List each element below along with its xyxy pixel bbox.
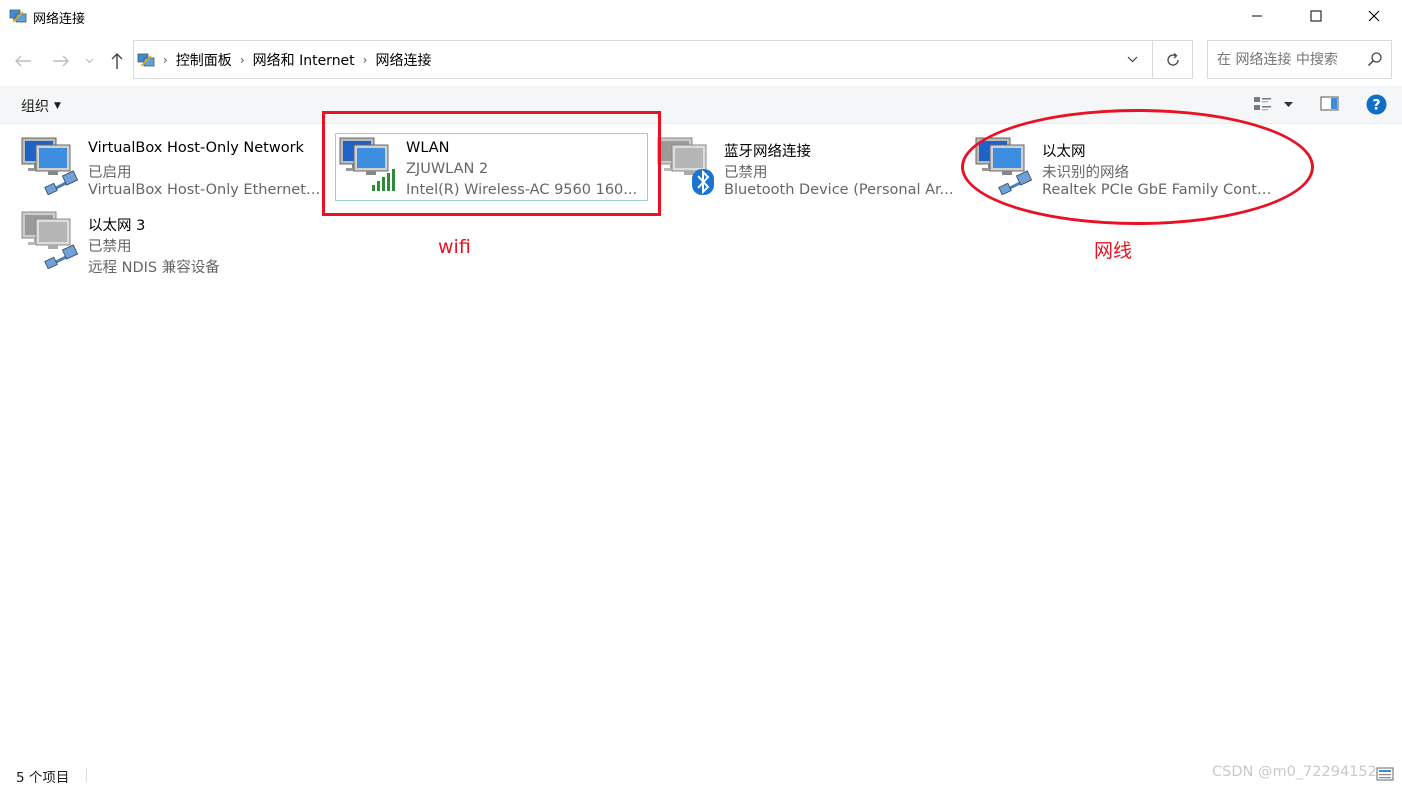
- details-view-icon[interactable]: [1376, 767, 1394, 781]
- connection-device: VirtualBox Host-Only Ethernet ...: [88, 182, 323, 198]
- breadcrumb-network-connections[interactable]: 网络连接: [375, 50, 431, 70]
- close-button[interactable]: [1345, 0, 1402, 32]
- control-panel-icon: [137, 53, 155, 67]
- up-arrow-icon: [111, 53, 123, 69]
- maximize-button[interactable]: [1287, 0, 1345, 32]
- organize-label: 组织: [21, 99, 49, 115]
- maximize-icon: [1310, 10, 1322, 22]
- forward-button[interactable]: [50, 50, 72, 72]
- chevron-right-icon[interactable]: ›: [363, 53, 368, 67]
- chevron-right-icon: ›: [163, 52, 168, 67]
- svg-text:?: ?: [1372, 98, 1380, 114]
- window-title: 网络连接: [33, 12, 86, 27]
- connection-name: 以太网 3: [88, 218, 146, 234]
- item-count: 5 个项目: [16, 770, 70, 786]
- help-icon[interactable]: ?: [1366, 94, 1387, 115]
- network-adapter-icon: [21, 211, 79, 269]
- annotation-ellipse-ethernet: [961, 109, 1314, 225]
- title-bar: 网络连接: [0, 0, 1402, 34]
- search-box[interactable]: [1207, 40, 1392, 79]
- change-view-icon[interactable]: [1253, 95, 1273, 113]
- address-bar-row: › 控制面板 › 网络和 Internet › 网络连接: [0, 36, 1402, 84]
- connection-name: 蓝牙网络连接: [724, 144, 811, 160]
- watermark: CSDN @m0_72294152: [1212, 764, 1377, 780]
- connection-item-ethernet-3[interactable]: 以太网 3 已禁用 远程 NDIS 兼容设备: [20, 209, 320, 279]
- connection-device: 远程 NDIS 兼容设备: [88, 260, 220, 276]
- recent-locations-button[interactable]: [82, 50, 96, 72]
- breadcrumb-network-internet[interactable]: 网络和 Internet: [253, 50, 355, 70]
- connection-device: Bluetooth Device (Personal Ar...: [724, 182, 954, 198]
- refresh-icon: [1166, 52, 1179, 66]
- connection-status: 已禁用: [88, 239, 132, 255]
- network-adapter-icon: [21, 137, 79, 195]
- connection-item-bluetooth[interactable]: 蓝牙网络连接 已禁用 Bluetooth Device (Personal Ar…: [656, 135, 956, 205]
- address-dropdown-icon[interactable]: [1127, 56, 1138, 63]
- breadcrumb-control-panel[interactable]: 控制面板: [176, 50, 232, 70]
- connection-status: 已禁用: [724, 165, 768, 181]
- close-icon: [1368, 10, 1380, 22]
- annotation-label-ethernet: 网线: [1094, 240, 1133, 262]
- status-bar: 5 个项目: [0, 760, 1402, 789]
- connection-item-virtualbox[interactable]: VirtualBox Host-Only Network 已启用 Virtual…: [20, 135, 323, 205]
- back-arrow-icon: [15, 55, 31, 67]
- search-input[interactable]: [1208, 41, 1358, 78]
- organize-menu-button[interactable]: 组织 ▼: [21, 96, 61, 116]
- breadcrumb: › 控制面板 › 网络和 Internet › 网络连接: [134, 41, 431, 78]
- view-options-caret-icon[interactable]: [1284, 102, 1293, 108]
- bluetooth-icon: [692, 169, 714, 195]
- annotation-box-wifi: [322, 111, 661, 216]
- network-connections-icon: [9, 9, 27, 23]
- connection-name: VirtualBox Host-Only Network: [88, 140, 304, 156]
- minimize-button[interactable]: [1228, 0, 1286, 32]
- refresh-button[interactable]: [1153, 40, 1193, 79]
- network-adapter-icon: [657, 137, 714, 195]
- chevron-down-icon: [85, 58, 93, 64]
- back-button[interactable]: [12, 50, 34, 72]
- up-button[interactable]: [106, 50, 128, 72]
- minimize-icon: [1252, 15, 1262, 17]
- caret-down-icon: ▼: [54, 101, 61, 111]
- divider: [86, 768, 87, 782]
- chevron-right-icon[interactable]: ›: [240, 53, 245, 67]
- forward-arrow-icon: [53, 55, 69, 67]
- connection-status: 已启用: [88, 165, 132, 181]
- search-icon[interactable]: [1367, 51, 1383, 67]
- annotation-label-wifi: wifi: [438, 236, 471, 258]
- preview-pane-icon[interactable]: [1320, 95, 1340, 113]
- address-box[interactable]: › 控制面板 › 网络和 Internet › 网络连接: [133, 40, 1153, 79]
